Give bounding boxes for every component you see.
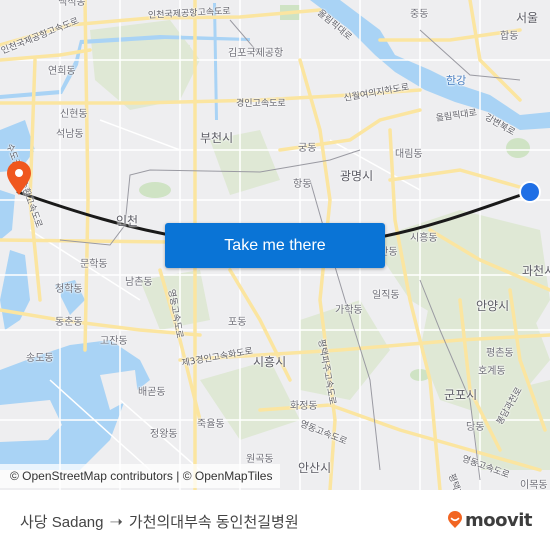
moovit-pin-icon — [448, 511, 462, 528]
map-label-district: 평촌동 — [486, 348, 514, 359]
map-label-road: 경인고속도로 — [236, 99, 286, 109]
origin-marker[interactable] — [518, 180, 542, 204]
destination-marker[interactable] — [3, 160, 35, 196]
destination-name: 가천의대부속 동인천길병원 — [128, 514, 299, 531]
map-label-district: 중동 — [410, 9, 429, 20]
map-label-city: 안산시 — [298, 461, 332, 475]
map-label-district: 포동 — [228, 317, 247, 328]
take-me-there-button[interactable]: Take me there — [165, 223, 385, 268]
map-label-district: 화정동 — [290, 401, 318, 412]
map-label-city: 시흥시 — [253, 355, 287, 369]
map-label-district: 백석동 — [58, 0, 86, 8]
map-label-district: 석남동 — [56, 129, 84, 140]
map-label-district: 청학동 — [55, 284, 83, 295]
map-label-city: 군포시 — [444, 388, 478, 402]
map-label-district: 동춘동 — [55, 317, 83, 328]
map-label-district: 합동 — [500, 31, 519, 42]
map-label-district: 신현동 — [60, 109, 88, 120]
map-label-river: 한강 — [446, 74, 467, 87]
map-label-district: 연희동 — [48, 66, 76, 77]
map-label-district: 대림동 — [395, 149, 423, 160]
map-label-district: 배곧동 — [138, 387, 166, 398]
map-pin-icon — [7, 161, 31, 195]
map-label-district: 가학동 — [335, 305, 363, 316]
map-label-district: 문학동 — [80, 259, 108, 270]
map-label-district: 이목동 — [520, 480, 548, 491]
map-label-district: 항동 — [293, 179, 312, 190]
map-label-district: 고잔동 — [100, 336, 128, 347]
route-title: 사당 Sadang ➝ 가천의대부속 동인천길병원 — [20, 511, 299, 532]
map-view[interactable]: 백석동 인천국제공항고속도로 인천국제공항고속도로 올림픽대로 중동 서울 합동 김포국제공항… — [0, 0, 550, 490]
map-attribution[interactable]: © OpenStreetMap contributors | © OpenMap… — [0, 464, 281, 488]
map-label-district: 남촌동 — [125, 277, 153, 288]
map-label-city: 안양시 — [476, 299, 510, 313]
map-label-district: 정왕동 — [150, 429, 178, 440]
map-label-district: 죽율동 — [197, 419, 225, 430]
moovit-logo[interactable]: moovit — [447, 508, 533, 532]
origin-dot-icon — [519, 181, 541, 203]
map-label-city: 인천 — [116, 214, 139, 228]
footer-bar: 사당 Sadang ➝ 가천의대부속 동인천길병원 moovit — [0, 490, 550, 550]
origin-name: 사당 Sadang — [20, 514, 104, 531]
brand-wordmark: moovit — [465, 509, 533, 531]
map-label-district: 일직동 — [372, 290, 400, 301]
map-label-district: 김포국제공항 — [228, 48, 284, 59]
map-label-city: 부천시 — [200, 131, 234, 145]
map-label-city: 광명시 — [340, 169, 374, 183]
map-label-district: 송도동 — [26, 353, 54, 364]
map-label-district: 시흥동 — [410, 233, 438, 244]
map-label-district: 당동 — [466, 422, 485, 433]
arrow-right-icon: ➝ — [109, 513, 123, 531]
map-label-city: 과천시 — [522, 264, 550, 278]
map-label-district: 호계동 — [478, 366, 506, 377]
map-label-city: 서울 — [516, 11, 539, 25]
map-label-district: 궁동 — [298, 143, 317, 154]
